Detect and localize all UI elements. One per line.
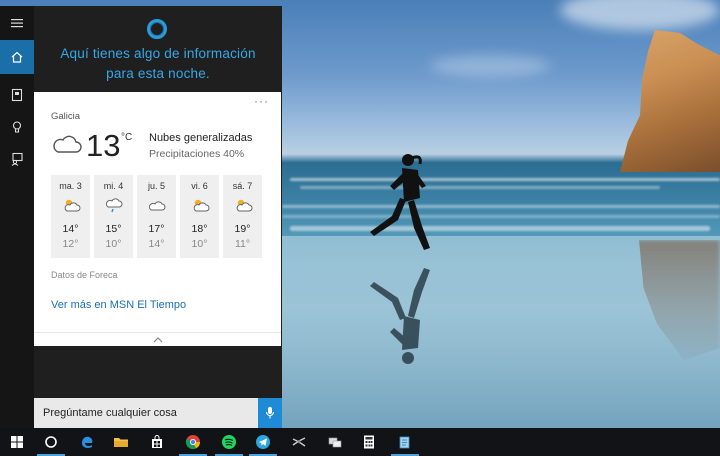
menu-icon[interactable]	[0, 6, 34, 40]
forecast-day[interactable]: mi. 4 15° 10°	[94, 175, 133, 258]
forecast-low: 12°	[62, 238, 79, 250]
cortana-logo-icon	[147, 19, 167, 39]
collapse-card-button[interactable]	[34, 332, 281, 346]
cortana-panel: Aquí tienes algo de información para est…	[0, 6, 282, 428]
home-icon[interactable]	[0, 40, 34, 74]
more-weather-link[interactable]: Ver más en MSN El Tiempo	[51, 299, 186, 311]
forecast-day-name: vi. 6	[191, 181, 208, 191]
runner-reflection	[370, 268, 430, 364]
edge-icon[interactable]	[70, 428, 104, 456]
more-options-icon[interactable]: ···	[254, 94, 269, 108]
forecast-high: 17°	[148, 223, 165, 235]
weather-condition: Nubes generalizadas	[149, 132, 253, 144]
snipping-tool-icon[interactable]	[282, 428, 316, 456]
microphone-button[interactable]	[258, 398, 282, 428]
cortana-nav-rail	[0, 6, 34, 428]
forecast-high: 15°	[105, 223, 122, 235]
cortana-button[interactable]	[34, 428, 68, 456]
start-button[interactable]	[0, 428, 34, 456]
current-temperature: 13	[86, 128, 121, 163]
forecast-high: 19°	[234, 223, 251, 235]
forecast-day[interactable]: sá. 7 19° 11°	[223, 175, 262, 258]
cortana-greeting: Aquí tienes algo de información para est…	[34, 44, 282, 84]
file-explorer-icon[interactable]	[104, 428, 138, 456]
forecast-day-name: ju. 5	[147, 181, 165, 191]
microphone-icon	[265, 407, 275, 419]
cloudy-icon	[148, 201, 166, 211]
weather-card[interactable]: ··· Galicia 13 °C Nubes generalizadas Pr…	[34, 92, 281, 332]
notebook-icon[interactable]	[0, 78, 34, 112]
cortana-circle-icon	[45, 436, 57, 448]
windows-icon	[11, 436, 23, 448]
store-icon[interactable]	[140, 428, 174, 456]
forecast-list: ma. 3 14° 12° mi. 4 15° 10° ju. 5 17° 14…	[51, 175, 262, 258]
forecast-high: 18°	[191, 223, 208, 235]
forecast-low: 11°	[234, 238, 251, 250]
forecast-day-name: ma. 3	[59, 181, 82, 191]
feedback-icon[interactable]	[0, 142, 34, 176]
temperature-unit: °C	[121, 132, 133, 143]
greeting-line-2: para esta noche.	[106, 66, 210, 81]
data-source: Datos de Foreca	[51, 270, 118, 280]
greeting-line-1: Aquí tienes algo de información	[60, 46, 256, 61]
weather-location: Galicia	[51, 111, 81, 122]
forecast-day[interactable]: vi. 6 18° 10°	[180, 175, 219, 258]
partly-sunny-icon	[193, 199, 210, 212]
rock-formation	[620, 30, 720, 172]
partly-sunny-icon	[64, 199, 81, 212]
network-app-icon[interactable]	[318, 428, 352, 456]
calculator-icon[interactable]	[352, 428, 386, 456]
runner-silhouette	[370, 154, 430, 250]
telegram-icon[interactable]	[246, 428, 280, 456]
chrome-icon[interactable]	[176, 428, 210, 456]
forecast-low: 10°	[191, 238, 208, 250]
partly-sunny-icon	[236, 199, 253, 212]
forecast-day-name: mi. 4	[103, 181, 124, 191]
notepad-icon[interactable]	[388, 428, 422, 456]
taskbar	[0, 428, 720, 456]
cortana-search-box[interactable]: Pregúntame cualquier cosa	[34, 398, 282, 428]
forecast-day[interactable]: ma. 3 14° 12°	[51, 175, 90, 258]
forecast-low: 10°	[105, 238, 122, 250]
cloudy-icon	[53, 135, 82, 153]
rain-icon	[105, 198, 123, 213]
precipitation: Precipitaciones 40%	[149, 148, 245, 160]
lightbulb-icon[interactable]	[0, 110, 34, 144]
chevron-up-icon	[153, 336, 162, 342]
spotify-icon[interactable]	[212, 428, 246, 456]
forecast-day[interactable]: ju. 5 17° 14°	[137, 175, 176, 258]
forecast-day-name: sá. 7	[232, 181, 253, 191]
search-input[interactable]: Pregúntame cualquier cosa	[43, 407, 177, 419]
forecast-high: 14°	[62, 223, 79, 235]
forecast-low: 14°	[148, 238, 165, 250]
